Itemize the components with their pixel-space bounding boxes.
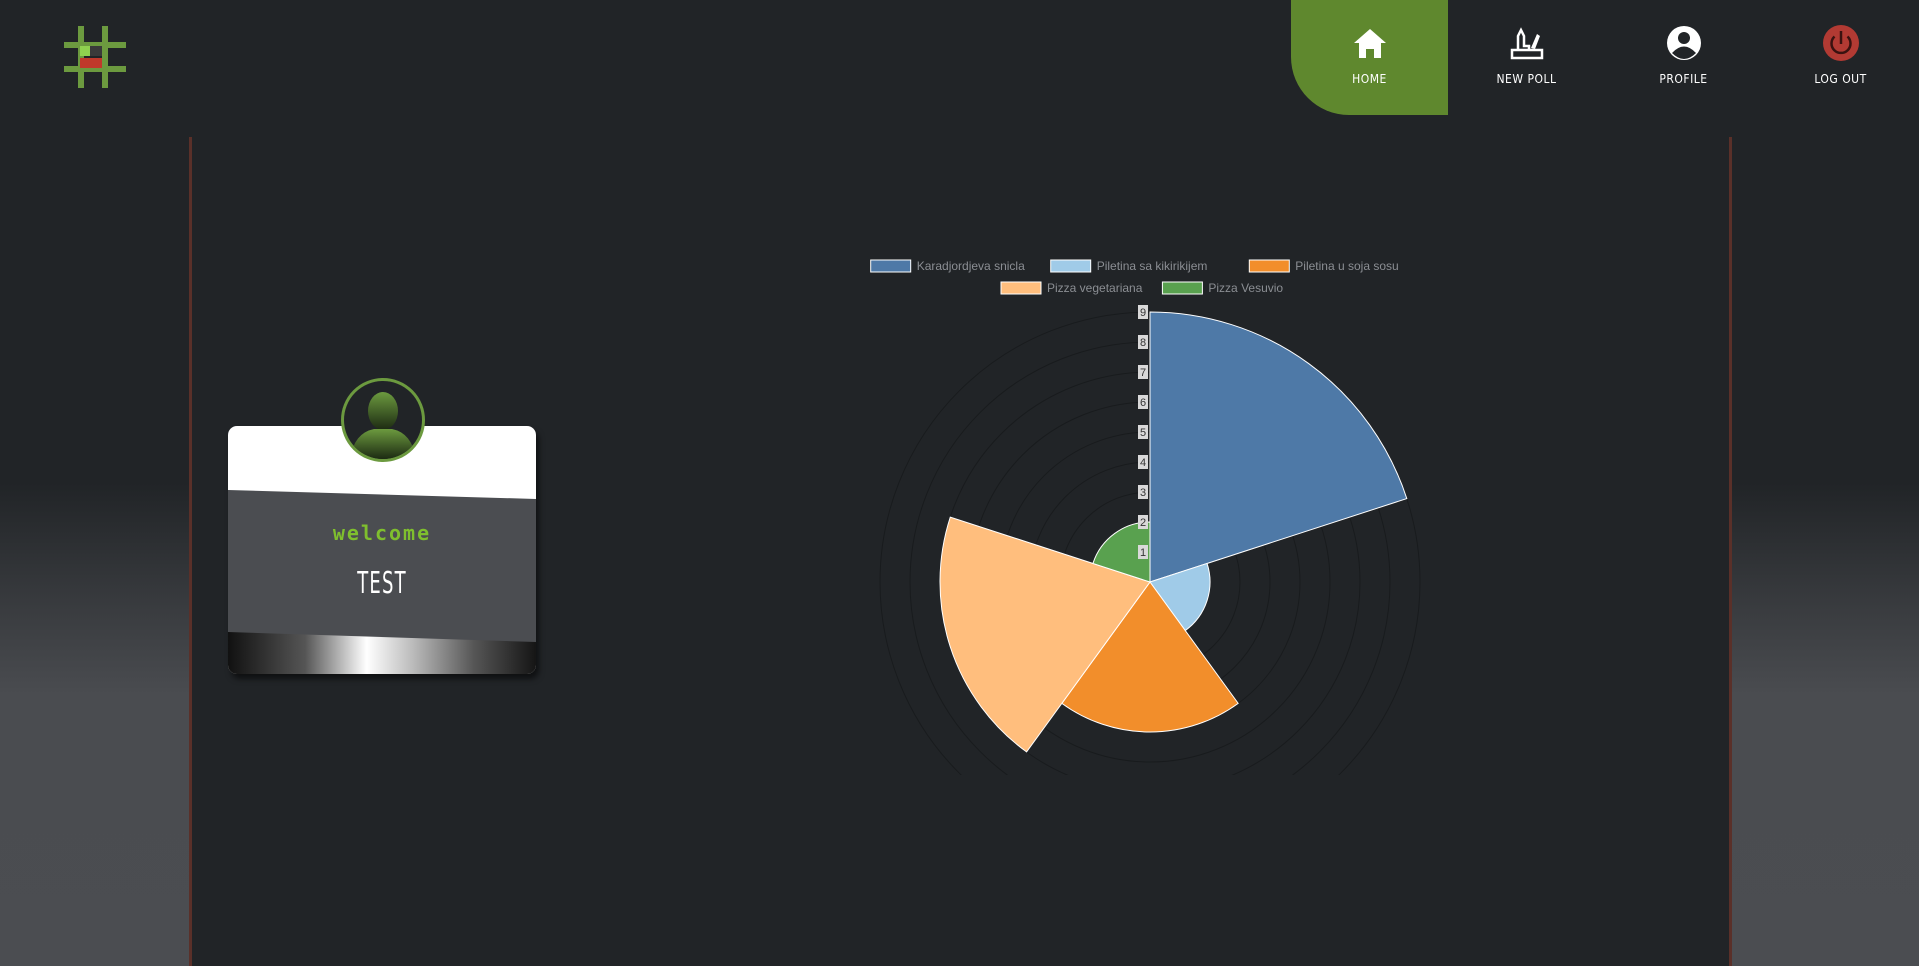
- legend-label: Piletina u soja sosu: [1295, 259, 1398, 273]
- legend-item[interactable]: Piletina u soja sosu: [1248, 259, 1399, 273]
- legend-swatch: [1000, 281, 1042, 295]
- welcome-card-body: welcome TEST: [228, 426, 536, 674]
- nav-profile-label: PROFILE: [1659, 72, 1708, 86]
- top-navigation-bar: HOME NEW POLL PROFILE LOG OUT: [0, 0, 1919, 120]
- avatar: [341, 378, 425, 462]
- app-logo[interactable]: [60, 22, 130, 92]
- tick-label: 4: [1140, 457, 1146, 469]
- tick-label: 3: [1140, 487, 1146, 499]
- nav-home-label: HOME: [1352, 72, 1387, 86]
- legend-swatch: [1161, 281, 1203, 295]
- chart-radial-ticks: 1 2 3 4 5 6 7 8 9: [1138, 305, 1148, 559]
- legend-item[interactable]: Pizza Vesuvio: [1161, 281, 1283, 295]
- legend-swatch: [870, 259, 912, 273]
- legend-swatch: [1248, 259, 1290, 273]
- nav-logout-label: LOG OUT: [1814, 72, 1867, 86]
- nav-home[interactable]: HOME: [1291, 0, 1448, 115]
- tick-label: 1: [1140, 547, 1146, 559]
- legend-swatch: [1050, 259, 1092, 273]
- tick-label: 9: [1140, 307, 1146, 319]
- nav-logout[interactable]: LOG OUT: [1762, 0, 1919, 115]
- tick-label: 7: [1140, 367, 1146, 379]
- user-silhouette-icon: [350, 392, 416, 459]
- profile-icon: [1666, 26, 1701, 60]
- legend-label: Pizza Vesuvio: [1208, 281, 1283, 295]
- chart-slice[interactable]: [1149, 311, 1408, 583]
- power-icon: [1822, 25, 1859, 61]
- legend-label: Karadjordjeva snicla: [917, 259, 1025, 273]
- new-poll-icon: [1510, 27, 1543, 60]
- hashtag-logo-icon: [64, 26, 126, 88]
- poll-results-chart: Karadjordjeva snicla Piletina sa kikiriki…: [860, 245, 1460, 853]
- tick-label: 6: [1140, 397, 1146, 409]
- legend-item[interactable]: Piletina sa kikirikijem: [1050, 259, 1208, 273]
- chart-legend: Karadjordjeva snicla Piletina sa kikiriki…: [870, 259, 1399, 295]
- nav-new-poll[interactable]: NEW POLL: [1448, 0, 1605, 115]
- tick-label: 5: [1140, 427, 1146, 439]
- legend-item[interactable]: Pizza vegetariana: [1000, 281, 1143, 295]
- tick-label: 2: [1140, 517, 1146, 529]
- legend-label: Pizza vegetariana: [1047, 281, 1143, 295]
- username: TEST: [357, 566, 407, 601]
- welcome-card: welcome TEST: [228, 378, 538, 678]
- legend-label: Piletina sa kikirikijem: [1097, 259, 1208, 273]
- welcome-text: welcome: [332, 521, 432, 545]
- tick-label: 8: [1140, 337, 1146, 349]
- nav-new-poll-label: NEW POLL: [1496, 72, 1557, 86]
- home-icon: [1353, 29, 1386, 58]
- polar-area-chart: Karadjordjeva snicla Piletina sa kikiriki…: [870, 259, 1421, 853]
- legend-item[interactable]: Karadjordjeva snicla: [870, 259, 1025, 273]
- nav-profile[interactable]: PROFILE: [1605, 0, 1762, 115]
- chart-slices: [939, 311, 1408, 753]
